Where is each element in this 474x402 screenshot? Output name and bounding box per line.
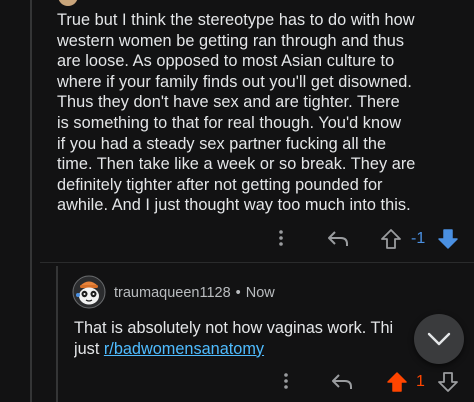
reply-line-2: just r/badwomensanatomy [74,339,450,360]
comment-line: where if your family finds out you'll ge… [57,72,412,91]
reply-action-row: 1 [0,367,474,397]
reply-meta: traumaqueen1128 • Now [114,284,275,302]
parent-score: -1 [411,230,426,247]
upvote-arrow-icon[interactable] [386,371,408,393]
comment-line: if you had a steady sex partner fucking … [57,134,387,153]
downvote-arrow-icon[interactable] [437,371,459,393]
subreddit-link[interactable]: r/badwomensanatomy [104,340,264,358]
comment-line: are loose. As opposed to most Asian cult… [57,52,395,71]
comment-divider [40,262,474,263]
downvote-arrow-icon[interactable] [437,228,459,250]
reply-comment-body: That is absolutely not how vaginas work.… [74,318,450,359]
reply-line: That is absolutely not how vaginas work.… [74,319,394,337]
parent-action-row: -1 [0,224,474,254]
chevron-down-icon [427,332,451,346]
timestamp: Now [245,285,275,301]
more-vertical-icon[interactable] [276,229,286,249]
parent-thread-line[interactable] [30,0,32,402]
comment-line: is something to that for real though. Yo… [57,113,402,132]
comment-line: western women be getting ran through and… [57,31,405,50]
reply-arrow-icon[interactable] [327,230,349,248]
more-vertical-icon[interactable] [281,372,291,392]
upvote-arrow-icon[interactable] [380,228,402,250]
snoo-avatar-icon[interactable] [72,275,106,309]
reply-prefix: just [74,339,104,358]
parent-comment-body: True but I think the stereotype has to d… [57,10,457,216]
meta-separator: • [235,285,241,301]
comment-line: awhile. And I just thought way too much … [57,196,411,215]
reply-arrow-icon[interactable] [331,373,353,391]
scroll-down-button[interactable] [414,314,464,364]
comment-line: definitely tighter after not getting pou… [57,175,383,194]
comment-line: time. Then take like a week or so break.… [57,155,416,174]
parent-avatar[interactable] [58,0,78,6]
comment-thread-screen: True but I think the stereotype has to d… [0,0,474,402]
comment-line: True but I think the stereotype has to d… [57,11,415,29]
reply-score: 1 [416,373,425,390]
comment-line: Thus they don't have sex and are tighter… [57,93,400,112]
username-link[interactable]: traumaqueen1128 [114,285,231,301]
